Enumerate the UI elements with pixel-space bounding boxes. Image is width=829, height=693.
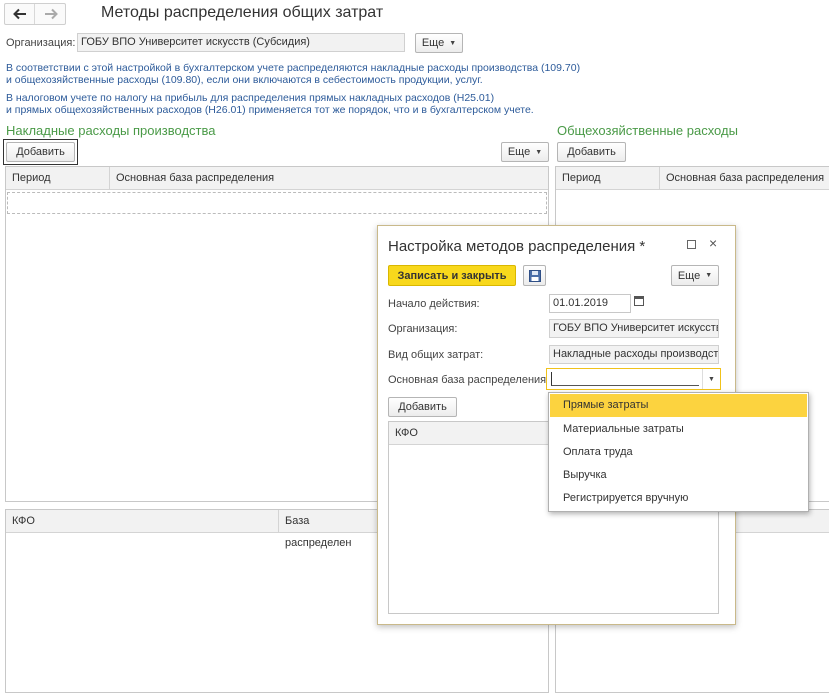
base-label: Основная база распределения:: [388, 374, 550, 386]
org-dialog-field[interactable]: ГОБУ ВПО Университет искусств (Субсидия): [549, 319, 719, 338]
overhead-table-header: Период Основная база распределения: [6, 167, 548, 190]
col-period[interactable]: Период: [6, 167, 109, 189]
general-section-title: Общехозяйственные расходы: [557, 123, 738, 138]
dropdown-option-revenue[interactable]: Выручка: [550, 464, 807, 487]
info-line-1: В соответствии с этой настройкой в бухга…: [6, 62, 581, 74]
info-line-4: и прямых общехозяйственных расходов (Н26…: [6, 104, 534, 116]
dropdown-option-direct-costs[interactable]: Прямые затраты: [550, 394, 807, 417]
floppy-disk-icon: [528, 269, 541, 282]
start-date-label: Начало действия:: [388, 298, 480, 310]
cost-type-field[interactable]: Накладные расходы производства: [549, 345, 719, 364]
chevron-down-icon: ▼: [535, 148, 543, 156]
overhead-section-title: Накладные расходы производства: [6, 123, 216, 138]
dropdown-option-material-costs[interactable]: Материальные затраты: [550, 418, 807, 441]
col-kfo-dialog[interactable]: КФО: [389, 422, 539, 444]
left-more-label: Еще: [507, 146, 531, 158]
left-add-button[interactable]: Добавить: [6, 142, 75, 162]
chevron-down-icon[interactable]: ▼: [702, 369, 720, 389]
info-line-3: В налоговом учете по налогу на прибыль д…: [6, 92, 495, 104]
chevron-down-icon: ▼: [449, 39, 457, 47]
general-table-header: Период Основная база распределения: [556, 167, 829, 190]
dialog-more-label: Еще: [677, 269, 701, 282]
org-more-button[interactable]: Еще ▼: [415, 33, 463, 53]
dialog-add-button[interactable]: Добавить: [388, 397, 457, 417]
back-button[interactable]: [5, 4, 35, 24]
col-base-right[interactable]: Основная база распределения: [659, 167, 829, 189]
org-label: Организация:: [6, 37, 76, 49]
save-close-button[interactable]: Записать и закрыть: [388, 265, 516, 286]
col-period-right[interactable]: Период: [556, 167, 659, 189]
col-base[interactable]: Основная база распределения: [109, 167, 549, 189]
org-more-label: Еще: [421, 37, 445, 49]
chevron-down-icon: ▼: [705, 272, 713, 279]
maximize-icon[interactable]: [687, 240, 696, 249]
left-more-button[interactable]: Еще ▼: [501, 142, 549, 162]
info-text-1: В соответствии с этой настройкой в бухга…: [6, 62, 580, 86]
col-kfo[interactable]: КФО: [6, 510, 278, 532]
selected-row[interactable]: [7, 192, 547, 214]
nav-bar: [4, 3, 66, 25]
org-field[interactable]: ГОБУ ВПО Университет искусств (Субсидия): [77, 33, 405, 52]
base-select-field[interactable]: ▼: [546, 368, 721, 390]
calendar-icon[interactable]: [634, 296, 644, 306]
base-dropdown-list: Прямые затраты Материальные затраты Опла…: [548, 392, 809, 512]
org-dialog-label: Организация:: [388, 323, 458, 335]
save-button[interactable]: [523, 265, 546, 286]
close-icon[interactable]: ×: [709, 235, 717, 251]
base-select-input[interactable]: [551, 372, 699, 386]
info-line-2: и общехозяйственные расходы (109.80), ес…: [6, 74, 483, 86]
dropdown-option-manual[interactable]: Регистрируется вручную: [550, 487, 807, 510]
col-base-secondary[interactable]: База распределен: [278, 510, 378, 549]
arrow-right-icon: [45, 8, 58, 20]
start-date-field[interactable]: 01.01.2019: [549, 294, 631, 313]
right-add-button[interactable]: Добавить: [557, 142, 626, 162]
cost-type-label: Вид общих затрат:: [388, 349, 484, 361]
page-title: Методы распределения общих затрат: [101, 4, 384, 21]
dialog-title: Настройка методов распределения *: [388, 238, 646, 255]
dialog-more-button[interactable]: Еще ▼: [671, 265, 719, 286]
dropdown-option-labor[interactable]: Оплата труда: [550, 441, 807, 464]
arrow-left-icon: [12, 8, 26, 20]
forward-button[interactable]: [36, 4, 66, 24]
info-text-2: В налоговом учете по налогу на прибыль д…: [6, 92, 534, 116]
